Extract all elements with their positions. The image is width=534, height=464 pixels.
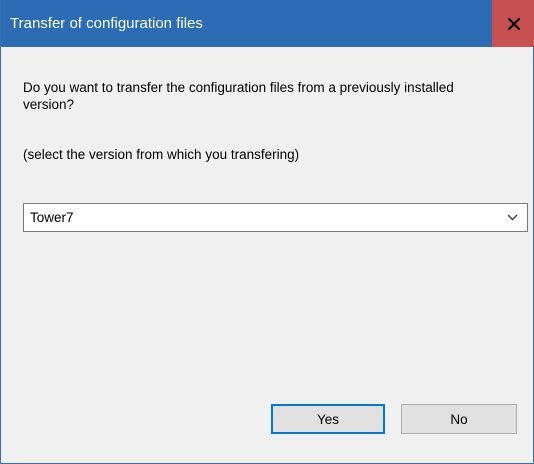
chevron-down-icon [507, 214, 518, 221]
dialog-window: Transfer of configuration files Do you w… [0, 0, 534, 464]
hint-text: (select the version from which you trans… [23, 147, 300, 162]
version-select-value: Tower7 [30, 210, 74, 225]
question-text: Do you want to transfer the configuratio… [23, 80, 454, 112]
close-button[interactable] [492, 0, 534, 47]
window-title: Transfer of configuration files [10, 15, 203, 32]
close-icon [507, 17, 520, 30]
no-button[interactable]: No [401, 404, 517, 434]
title-bar[interactable]: Transfer of configuration files [1, 0, 534, 47]
yes-button[interactable]: Yes [271, 404, 385, 434]
version-select[interactable]: Tower7 [23, 203, 528, 232]
